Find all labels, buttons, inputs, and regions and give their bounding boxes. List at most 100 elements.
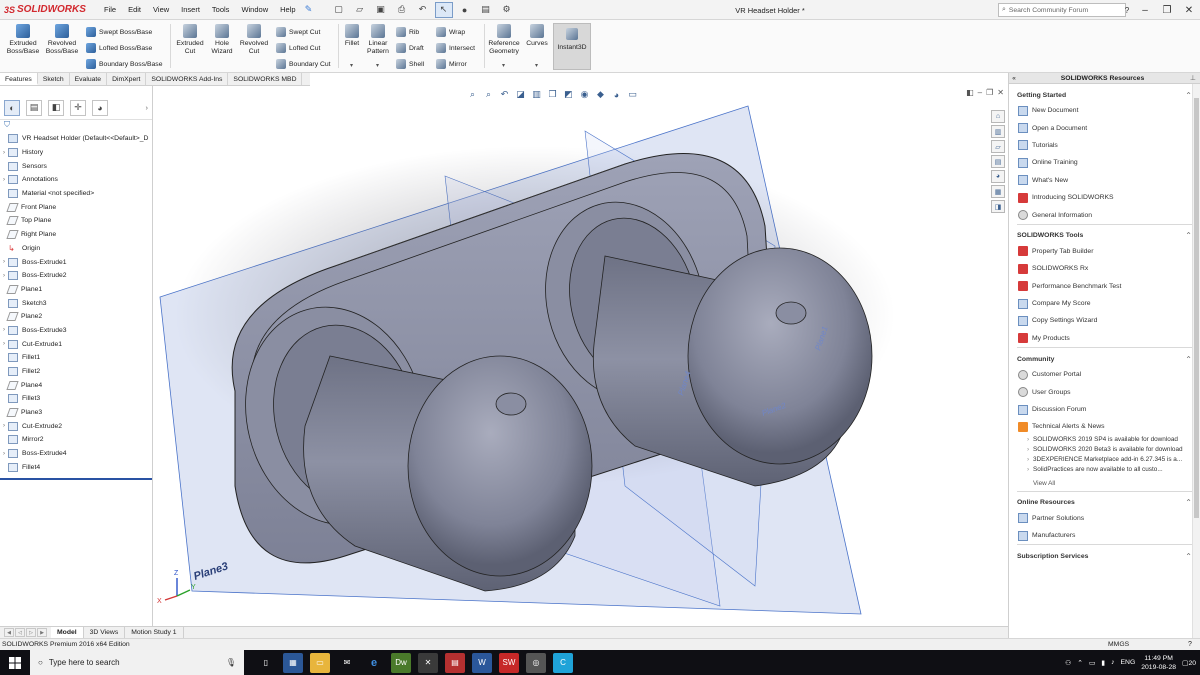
menu-tools[interactable]: Tools	[206, 0, 236, 20]
collapse-section-icon[interactable]: ⌃	[1185, 91, 1192, 100]
user-groups-link[interactable]: User Groups	[1017, 383, 1192, 400]
general-information-link[interactable]: General Information	[1017, 206, 1192, 223]
view-all-link[interactable]: View All	[1017, 476, 1192, 491]
news-item[interactable]: SOLIDWORKS 2019 SP4 is available for dow…	[1017, 436, 1192, 444]
pin-pane-icon[interactable]: ⊥	[1186, 74, 1200, 82]
extruded-boss-button[interactable]: Extruded Boss/Base	[6, 24, 40, 56]
task-view-icon[interactable]: ▯	[256, 653, 276, 673]
menu-window[interactable]: Window	[235, 0, 274, 20]
copy-settings-link[interactable]: Copy Settings Wizard	[1017, 312, 1192, 329]
linear-pattern-button[interactable]: Linear Pattern	[364, 24, 392, 56]
menu-edit[interactable]: Edit	[122, 0, 147, 20]
menu-insert[interactable]: Insert	[175, 0, 206, 20]
instant3d-button[interactable]: Instant3D	[553, 23, 591, 70]
mirror-button[interactable]: Mirror	[436, 58, 467, 70]
swept-cut-button[interactable]: Swept Cut	[276, 26, 320, 38]
tree-node[interactable]: ↳ Origin	[0, 242, 152, 256]
word-icon[interactable]: W	[472, 652, 492, 673]
news-item[interactable]: SolidPractices are now available to all …	[1017, 466, 1192, 474]
undo-icon[interactable]: ↶	[414, 2, 432, 18]
tree-node[interactable]: Fillet3	[0, 392, 152, 406]
clock[interactable]: 11:49 PM 2019-08-28	[1141, 654, 1176, 672]
menu-view[interactable]: View	[147, 0, 175, 20]
tutorials-link[interactable]: Tutorials	[1017, 137, 1192, 154]
tree-node[interactable]: › Cut-Extrude2	[0, 419, 152, 433]
boundary-boss-button[interactable]: Boundary Boss/Base	[86, 58, 162, 70]
help-button[interactable]: ?	[1120, 0, 1134, 20]
dreamweaver-icon[interactable]: Dw	[391, 652, 411, 673]
tab-sketch[interactable]: Sketch	[38, 73, 70, 85]
rebuild-icon[interactable]: ●	[456, 2, 474, 18]
app-icon[interactable]: ▤	[445, 652, 465, 673]
feature-manager-tab-icon[interactable]: ◐	[4, 99, 20, 116]
first-tab-icon[interactable]: ◀	[4, 628, 14, 637]
pattern-dropdown-icon[interactable]: ▾	[376, 62, 379, 69]
search-community-input[interactable]: ⌕ Search Community Forum	[998, 3, 1126, 17]
app-icon[interactable]: ✕	[418, 652, 438, 673]
tree-node[interactable]: Plane4	[0, 378, 152, 392]
configuration-manager-tab-icon[interactable]: ◧	[48, 99, 64, 116]
design-library-icon[interactable]: ▥	[991, 125, 1005, 138]
status-help-icon[interactable]: ?	[1188, 639, 1192, 650]
new-document-link[interactable]: New Document	[1017, 102, 1192, 119]
battery-icon[interactable]: ▮	[1101, 659, 1105, 667]
left-peg-dome[interactable]	[407, 355, 593, 577]
collapse-section-icon[interactable]: ⌃	[1185, 355, 1192, 364]
shell-button[interactable]: Shell	[396, 58, 424, 70]
tree-node[interactable]: Sensors	[0, 159, 152, 173]
partner-solutions-link[interactable]: Partner Solutions	[1017, 510, 1192, 527]
hole-wizard-button[interactable]: Hole Wizard	[206, 24, 238, 56]
filter-icon[interactable]: ⛉	[0, 120, 152, 132]
benchmark-test-link[interactable]: Performance Benchmark Test	[1017, 278, 1192, 295]
online-training-link[interactable]: Online Training	[1017, 154, 1192, 171]
graphics-area[interactable]: ⌕ ⌕ ↶ ◪ ▥ ❒ ◩ ◉ ◆ ◕ ▭ ◧ – ❐ ✕ Plane3 Pla…	[155, 86, 1008, 626]
tree-node[interactable]: Sketch3	[0, 296, 152, 310]
solidworks-rx-link[interactable]: SOLIDWORKS Rx	[1017, 260, 1192, 277]
whats-new-link[interactable]: What's New	[1017, 172, 1192, 189]
microphone-icon[interactable]: 🎙	[226, 658, 236, 667]
edge-icon[interactable]: e	[364, 653, 384, 673]
rollback-bar[interactable]	[0, 478, 152, 480]
tree-node[interactable]: Plane1	[0, 283, 152, 297]
tree-node[interactable]: Fillet2	[0, 365, 152, 379]
tree-node[interactable]: › Boss-Extrude1	[0, 255, 152, 269]
tree-node[interactable]: › History	[0, 146, 152, 160]
expand-chevron-icon[interactable]: ›	[0, 423, 8, 429]
curves-button[interactable]: Curves	[524, 24, 550, 48]
view-palette-icon[interactable]: ▤	[991, 155, 1005, 168]
draft-button[interactable]: Draft	[396, 42, 424, 54]
expand-chevron-icon[interactable]: ›	[0, 259, 8, 265]
app-icon[interactable]: ◎	[526, 652, 546, 673]
file-explorer-icon[interactable]: ▭	[310, 652, 330, 673]
curves-dropdown-icon[interactable]: ▾	[535, 62, 538, 69]
chevron-right-icon[interactable]: ›	[146, 103, 149, 112]
print-icon[interactable]: ⎙	[393, 2, 411, 18]
tree-node[interactable]: Fillet4	[0, 461, 152, 475]
open-icon[interactable]: ▱	[351, 2, 369, 18]
right-peg-dome[interactable]	[687, 247, 873, 465]
save-icon[interactable]: ▣	[372, 2, 390, 18]
resources-scrollbar[interactable]	[1192, 84, 1200, 638]
tree-node[interactable]: VR Headset Holder (Default<<Default>_D	[0, 132, 152, 146]
tree-node[interactable]: Fillet1	[0, 351, 152, 365]
open-document-link[interactable]: Open a Document	[1017, 119, 1192, 136]
intersect-button[interactable]: Intersect	[436, 42, 475, 54]
app-icon[interactable]: C	[553, 652, 573, 673]
collapse-pane-icon[interactable]: «	[1009, 75, 1019, 82]
extruded-cut-button[interactable]: Extruded Cut	[174, 24, 206, 56]
people-icon[interactable]: ⚇	[1065, 659, 1071, 667]
minimize-button[interactable]: –	[1134, 0, 1156, 20]
boundary-cut-button[interactable]: Boundary Cut	[276, 58, 331, 70]
options-gear-icon[interactable]: ⚙	[498, 2, 516, 18]
home-icon[interactable]: ⌂	[991, 110, 1005, 123]
tab-motion-study[interactable]: Motion Study 1	[125, 626, 184, 639]
news-item[interactable]: SOLIDWORKS 2020 Beta3 is available for d…	[1017, 446, 1192, 454]
file-properties-icon[interactable]: ▤	[477, 2, 495, 18]
tree-node[interactable]: Plane3	[0, 406, 152, 420]
discussion-forum-link[interactable]: Discussion Forum	[1017, 401, 1192, 418]
tree-node[interactable]: › Annotations	[0, 173, 152, 187]
solidworks-taskbar-icon[interactable]: SW	[499, 652, 519, 673]
property-tab-builder-link[interactable]: Property Tab Builder	[1017, 243, 1192, 260]
revolved-boss-button[interactable]: Revolved Boss/Base	[44, 24, 80, 56]
solidworks-logo[interactable]: 3S SOLIDWORKS	[0, 0, 98, 20]
